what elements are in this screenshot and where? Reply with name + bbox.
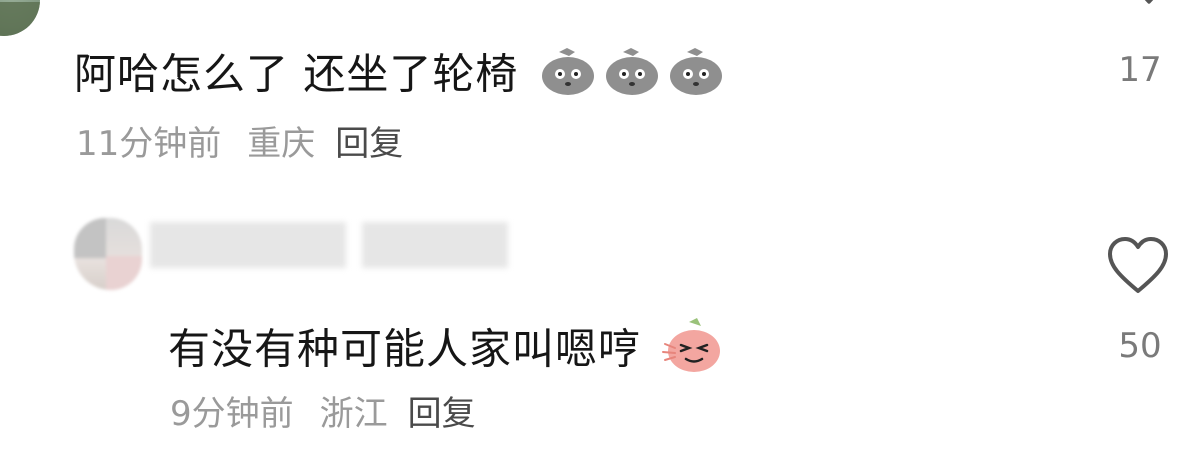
heart-icon[interactable] [1126, 0, 1172, 10]
like-count: 50 [1118, 326, 1162, 366]
comment-meta: 9分钟前 浙江 回复 [170, 392, 476, 436]
heart-icon[interactable] [1106, 236, 1170, 296]
comment-text: 有没有种可能人家叫嗯哼 [168, 318, 723, 386]
embarrassed-laugh-emoji [661, 318, 723, 386]
dizzy-face-emoji [603, 46, 661, 108]
comment-time: 9分钟前 [170, 394, 294, 434]
comment-meta: 11分钟前 重庆 回复 [76, 122, 403, 166]
reply-button[interactable]: 回复 [335, 124, 403, 164]
avatar[interactable] [0, 0, 40, 36]
blurred-username [362, 222, 508, 268]
comment-body: 阿哈怎么了 还坐了轮椅 [74, 49, 519, 99]
comment-text: 阿哈怎么了 还坐了轮椅 [74, 46, 725, 108]
dizzy-face-emoji [539, 46, 597, 108]
dizzy-face-emoji [667, 46, 725, 108]
comment-time: 11分钟前 [76, 124, 222, 164]
blurred-username [150, 222, 346, 268]
reply-button[interactable]: 回复 [408, 394, 476, 434]
comment-body: 有没有种可能人家叫嗯哼 [168, 324, 642, 374]
like-count: 17 [1118, 50, 1162, 90]
comment-location: 浙江 [319, 394, 388, 434]
avatar[interactable] [74, 218, 142, 290]
comment-location: 重庆 [247, 124, 316, 164]
